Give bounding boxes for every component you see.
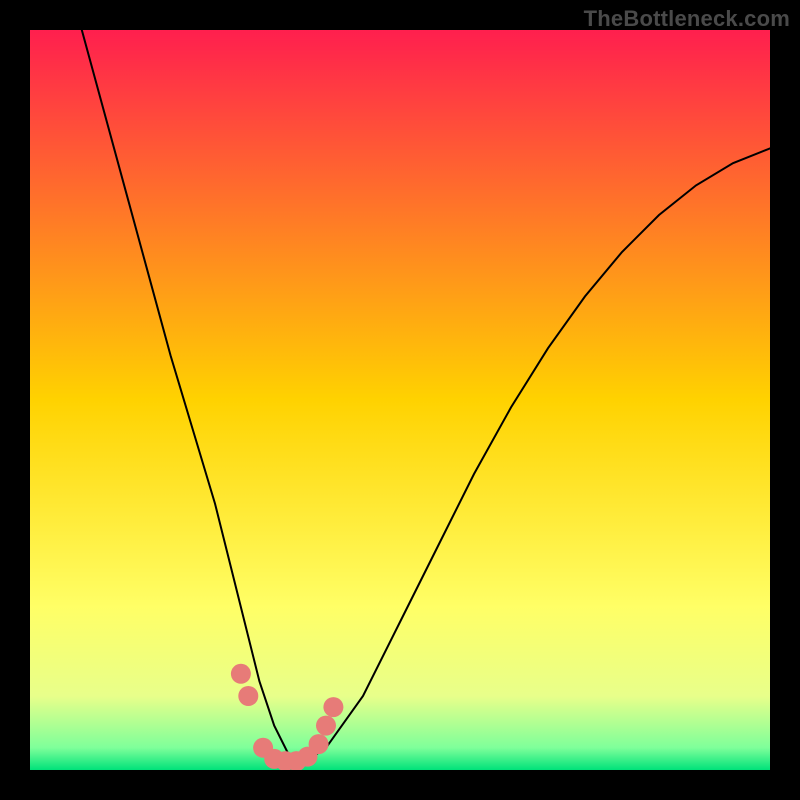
plot-area [30, 30, 770, 770]
marker-optimal-zone-markers [238, 686, 258, 706]
marker-optimal-zone-markers [231, 664, 251, 684]
marker-optimal-zone-markers [316, 716, 336, 736]
gradient-background [30, 30, 770, 770]
marker-optimal-zone-markers [309, 734, 329, 754]
watermark-text: TheBottleneck.com [584, 6, 790, 32]
chart-frame: TheBottleneck.com [0, 0, 800, 800]
chart-svg [30, 30, 770, 770]
marker-optimal-zone-markers [323, 697, 343, 717]
